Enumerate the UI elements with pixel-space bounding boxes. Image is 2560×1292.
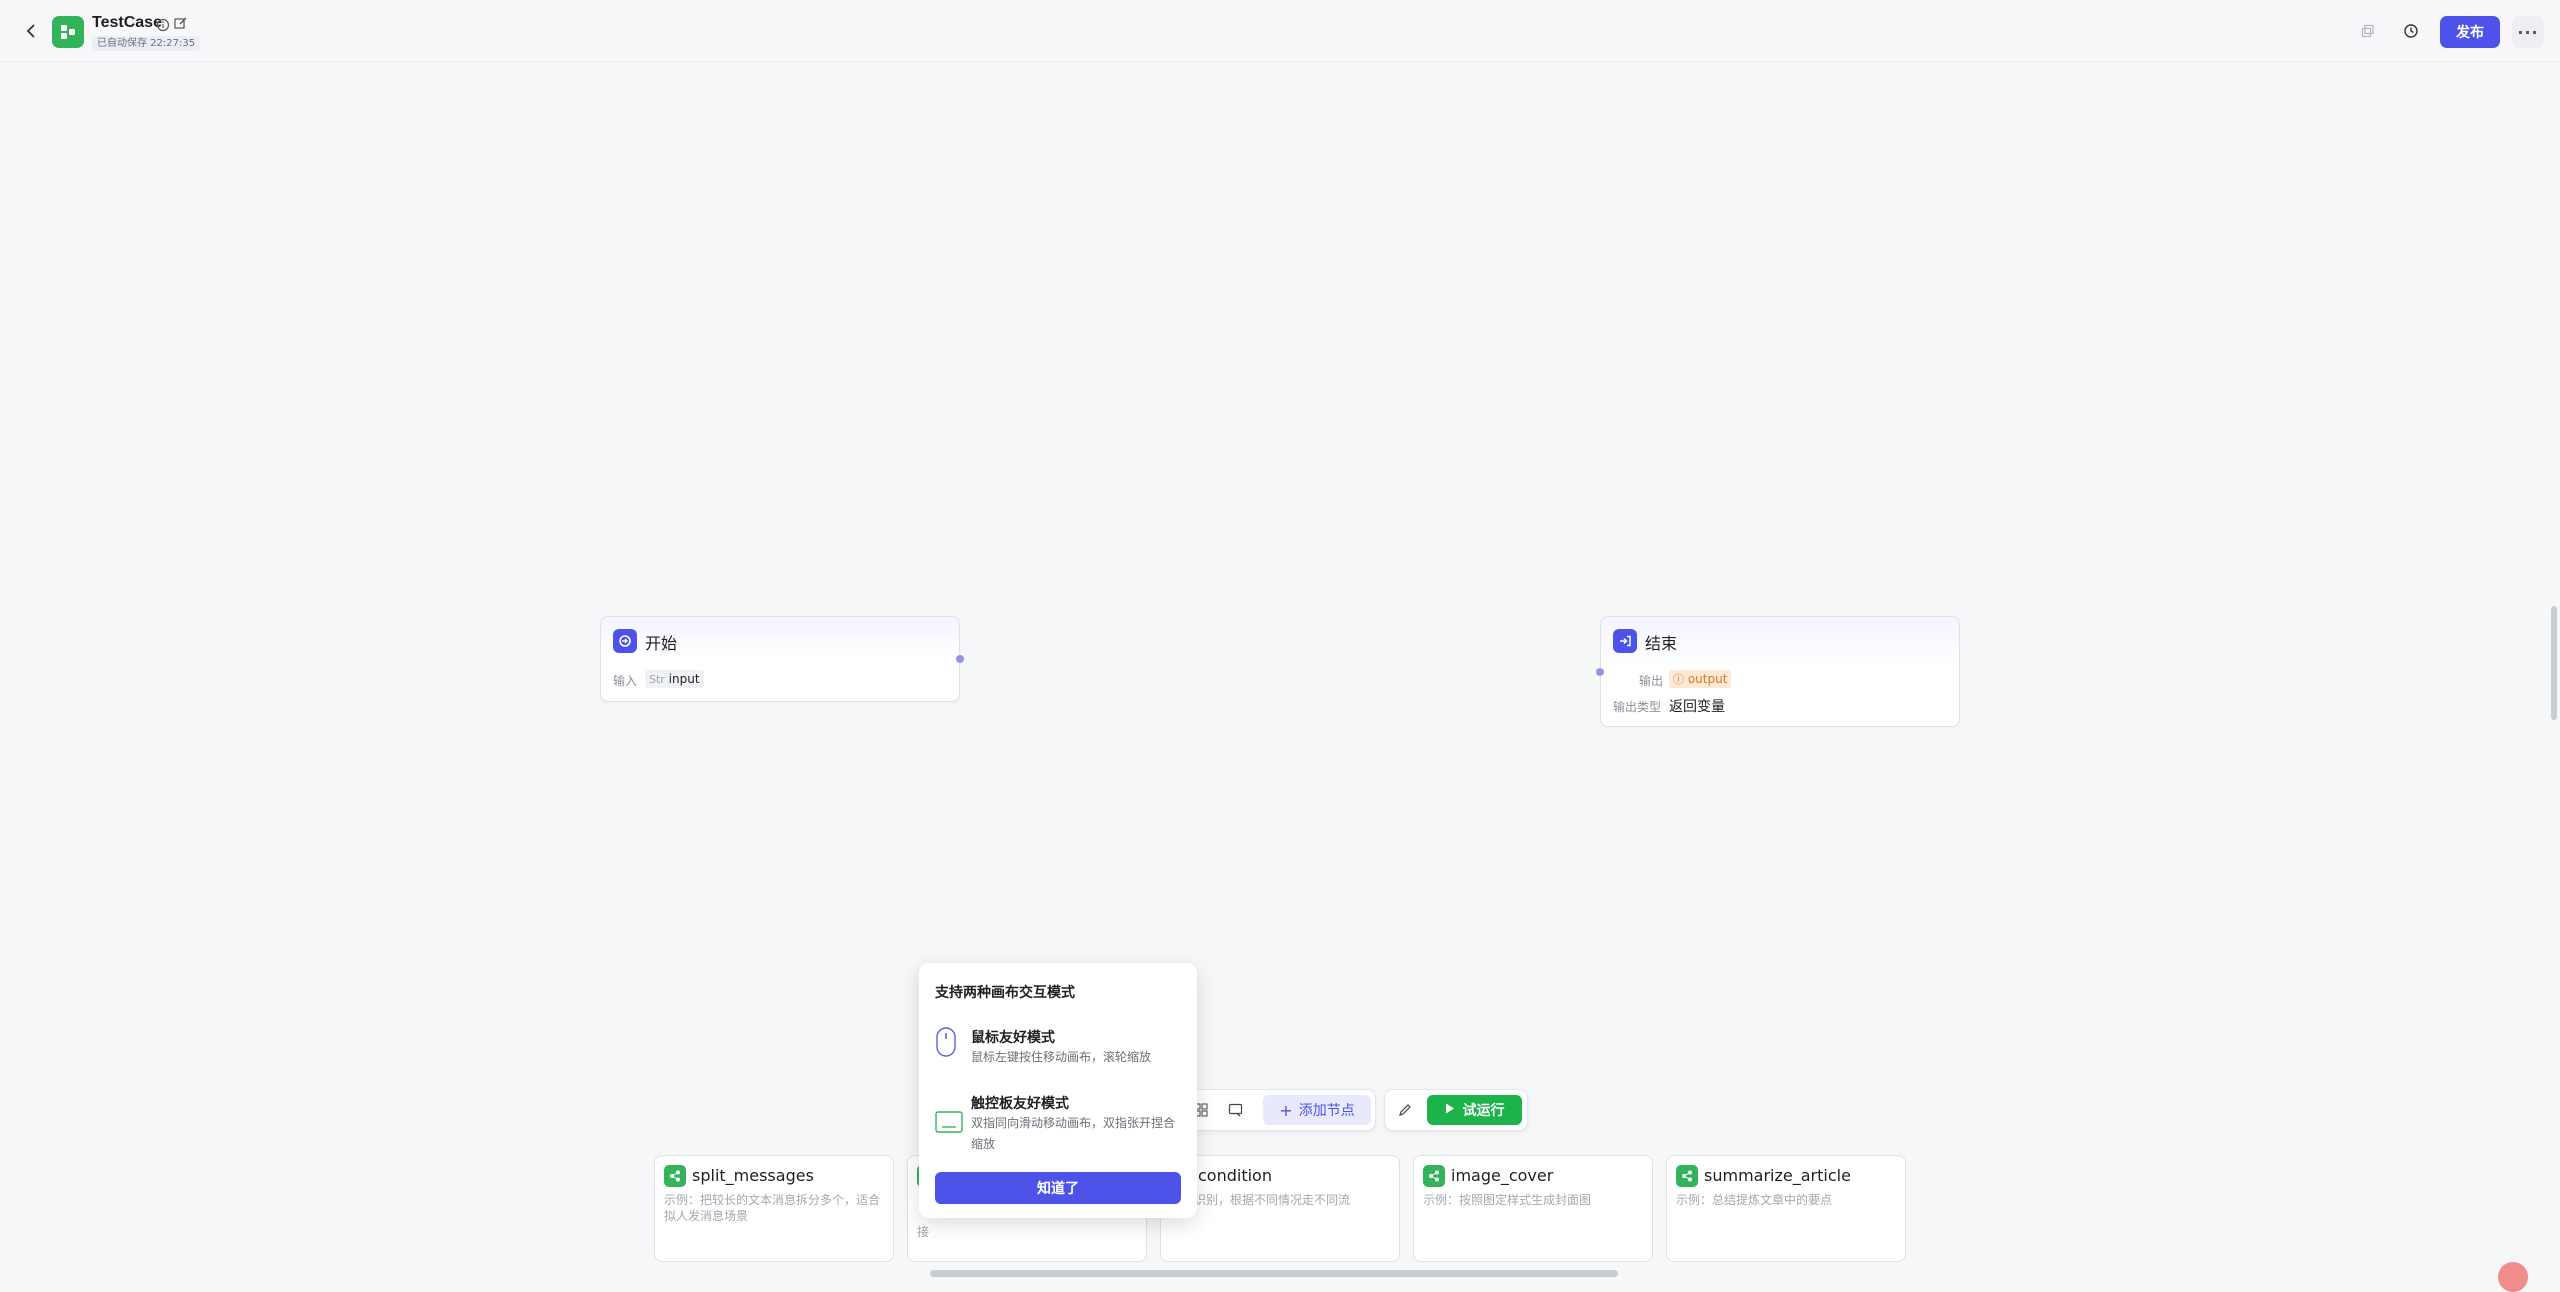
trackpad-icon — [935, 1111, 963, 1137]
template-title: split_messages — [692, 1166, 814, 1185]
app-title: TestCase — [92, 14, 162, 31]
play-icon — [1445, 1102, 1455, 1118]
end-node-title: 结束 — [1645, 634, 1678, 653]
comment-icon[interactable] — [1224, 1099, 1246, 1121]
horizontal-scrollbar[interactable] — [930, 1270, 1618, 1277]
template-desc: 意图识别，根据不同情况走不同流 — [1170, 1193, 1351, 1207]
top-header: TestCase 已自动保存 22:27:35 发布 ··· — [0, 0, 2560, 62]
end-node[interactable]: 结束 输出 ⓘ output 输出类型 返回变量 — [1600, 616, 1960, 727]
trackpad-mode-title: 触控板友好模式 — [971, 1096, 1069, 1112]
var-name: output — [1687, 672, 1728, 686]
save-status-badge: 已自动保存 22:27:35 — [92, 36, 201, 51]
mouse-mode-title: 鼠标友好模式 — [971, 1030, 1055, 1046]
got-it-button[interactable]: 知道了 — [935, 1172, 1181, 1204]
trackpad-mode-desc: 双指同向滑动移动画布，双指张开捏合缩放 — [971, 1116, 1176, 1151]
template-desc: 接 — [917, 1225, 930, 1239]
template-desc: 示例：按照图定样式生成封面图 — [1423, 1193, 1592, 1207]
end-output-type-label: 输出类型 — [1613, 700, 1662, 714]
template-title: summarize_article — [1704, 1166, 1851, 1185]
warning-icon: ⓘ — [1673, 673, 1684, 686]
template-card-image-cover[interactable]: image_cover 示例：按照图定样式生成封面图 — [1413, 1155, 1653, 1262]
var-name: input — [668, 672, 700, 686]
template-card-split-messages[interactable]: split_messages 示例：把较长的文本消息拆分多个，适合拟人发消息场景 — [654, 1155, 894, 1262]
add-node-button[interactable]: + 添加节点 — [1263, 1095, 1371, 1125]
start-output-port[interactable] — [956, 655, 964, 663]
end-output-var: ⓘ output — [1669, 670, 1732, 688]
template-card-summarize-article[interactable]: summarize_article 示例：总结提炼文章中的要点 — [1666, 1155, 1906, 1262]
mouse-mode-desc: 鼠标左键按住移动画布，滚轮缩放 — [971, 1050, 1152, 1064]
copy-icon[interactable] — [2357, 20, 2379, 42]
history-icon[interactable] — [2400, 20, 2422, 42]
popover-title: 支持两种画布交互模式 — [935, 985, 1075, 1001]
interaction-mode-popover: 支持两种画布交互模式 鼠标友好模式 鼠标左键按住移动画布，滚轮缩放 触控板友好模… — [919, 963, 1197, 1218]
template-icon — [1676, 1165, 1698, 1187]
var-type: Str — [649, 673, 665, 686]
plus-icon: + — [1279, 1100, 1293, 1120]
start-node[interactable]: 开始 输入 Str input — [600, 616, 960, 702]
test-run-button[interactable]: 试运行 — [1427, 1095, 1522, 1125]
publish-button[interactable]: 发布 — [2440, 16, 2500, 48]
edit-icon[interactable] — [173, 16, 188, 31]
start-input-label: 输入 — [613, 674, 638, 688]
debug-pen-icon[interactable] — [1394, 1099, 1416, 1121]
template-title: condition — [1198, 1166, 1272, 1185]
template-desc: 示例：总结提炼文章中的要点 — [1676, 1193, 1833, 1207]
app-logo-icon — [52, 16, 84, 48]
end-output-label: 输出 — [1639, 674, 1664, 688]
end-output-type-value: 返回变量 — [1669, 699, 1725, 715]
more-options-button[interactable]: ··· — [2512, 16, 2544, 48]
mouse-icon — [935, 1027, 957, 1061]
start-node-icon — [613, 629, 637, 653]
start-node-title: 开始 — [645, 634, 678, 653]
end-node-icon — [1613, 629, 1637, 653]
back-icon[interactable] — [20, 19, 42, 43]
start-input-var: Str input — [645, 670, 704, 688]
template-icon — [1423, 1165, 1445, 1187]
template-icon — [664, 1165, 686, 1187]
assistant-bubble-icon[interactable] — [2498, 1262, 2528, 1292]
test-run-label: 试运行 — [1462, 1103, 1505, 1119]
vertical-scrollbar[interactable] — [2551, 606, 2557, 720]
end-input-port[interactable] — [1596, 668, 1604, 676]
template-title: image_cover — [1451, 1166, 1554, 1185]
template-desc: 示例：把较长的文本消息拆分多个，适合拟人发消息场景 — [664, 1193, 881, 1223]
info-icon[interactable] — [156, 17, 170, 32]
add-node-label: 添加节点 — [1298, 1103, 1355, 1119]
